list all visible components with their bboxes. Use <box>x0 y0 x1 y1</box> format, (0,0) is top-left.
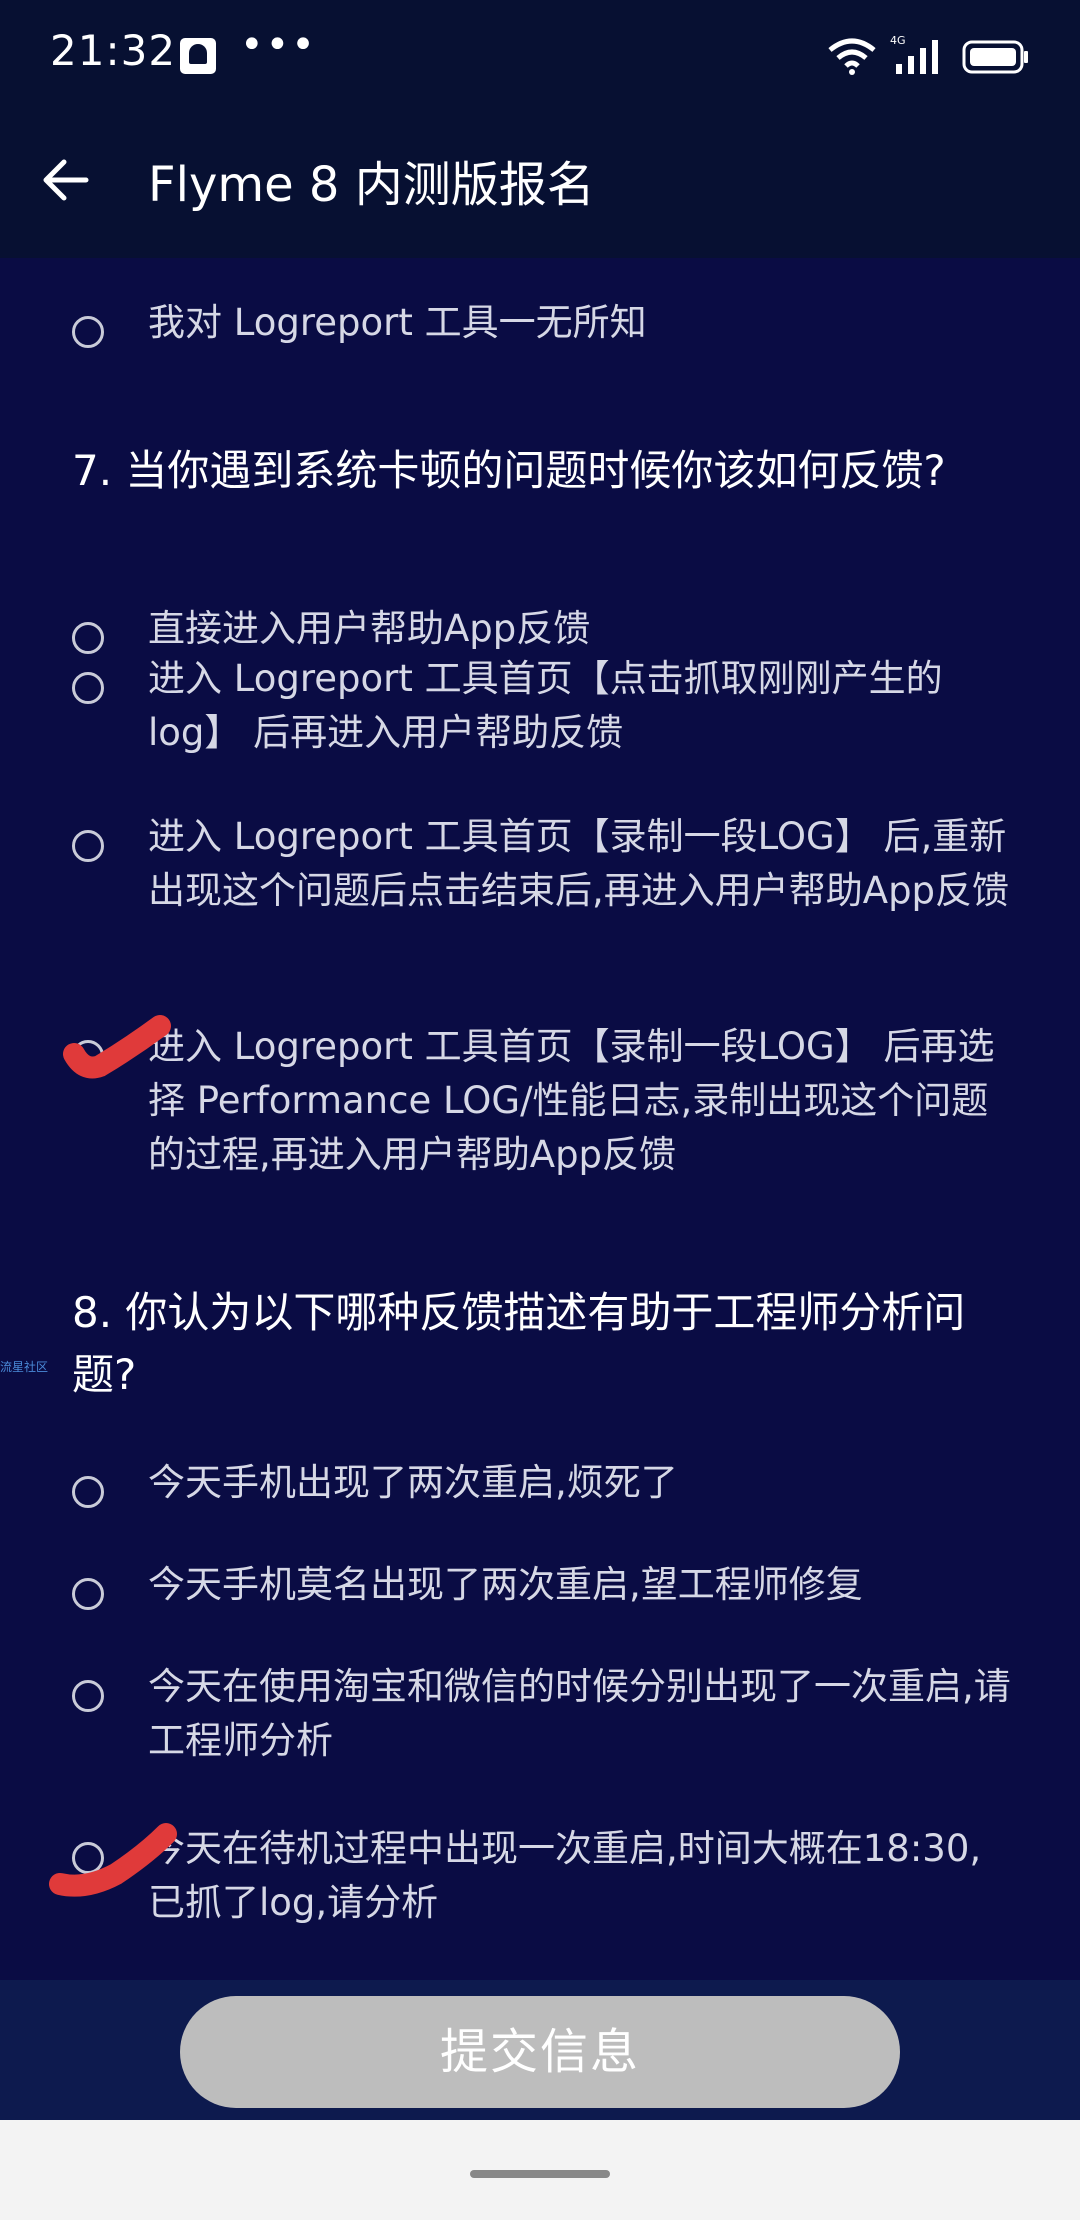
navigation-bar <box>0 2120 1080 2220</box>
option-label: 进入 Logreport 工具首页【点击抓取刚刚产生的log】 后再进入用户帮助… <box>148 657 943 754</box>
app-header: Flyme 8 内测版报名 <box>0 112 1080 258</box>
option-label: 直接进入用户帮助App反馈 <box>148 607 591 650</box>
wifi-icon <box>828 38 876 75</box>
home-indicator[interactable] <box>470 2170 610 2178</box>
option-label: 我对 Logreport 工具一无所知 <box>148 301 647 344</box>
watermark: 流星社区 <box>0 1360 49 1374</box>
network-type-label: 4G <box>890 34 906 47</box>
option-label: 今天手机莫名出现了两次重启,望工程师修复 <box>148 1563 863 1606</box>
option-label: 进入 Logreport 工具首页【录制一段LOG】 后,重新出现这个问题后点击… <box>148 815 1010 912</box>
radio-button[interactable] <box>72 672 104 704</box>
radio-button[interactable] <box>72 622 104 654</box>
battery-icon <box>962 40 1028 74</box>
page-title: Flyme 8 内测版报名 <box>148 157 595 213</box>
option-label: 今天手机出现了两次重启,烦死了 <box>148 1461 678 1504</box>
radio-button[interactable] <box>72 1476 104 1508</box>
radio-button[interactable] <box>72 830 104 862</box>
more-notifications-icon: ••• <box>240 22 317 68</box>
question-7-title: 7. 当你遇到系统卡顿的问题时候你该如何反馈? <box>72 446 946 495</box>
radio-button[interactable] <box>72 1578 104 1610</box>
submit-area: 提交信息 <box>0 1980 1080 2120</box>
status-bar: 21:32 ••• 4G <box>0 0 1080 112</box>
submit-button[interactable]: 提交信息 <box>180 1996 900 2108</box>
status-time: 21:32 <box>50 26 177 75</box>
survey-page: 21:32 ••• 4G Flyme 8 内测版报名 我对 Logreport … <box>0 0 1080 2220</box>
survey-content[interactable]: 我对 Logreport 工具一无所知 7. 当你遇到系统卡顿的问题时候你该如何… <box>0 258 1080 1980</box>
signal-icon: 4G <box>890 34 938 74</box>
option-label: 进入 Logreport 工具首页【录制一段LOG】 后再选择 Performa… <box>148 1025 995 1176</box>
red-checkmark-annotation <box>49 1823 177 1897</box>
notification-app-icon <box>180 38 216 74</box>
option-label: 今天在使用淘宝和微信的时候分别出现了一次重启,请工程师分析 <box>148 1665 1011 1762</box>
radio-button[interactable] <box>72 1680 104 1712</box>
question-8-title: 8. 你认为以下哪种反馈描述有助于工程师分析问题? <box>72 1288 966 1399</box>
arrow-left-icon[interactable] <box>36 150 96 210</box>
radio-button[interactable] <box>72 316 104 348</box>
red-checkmark-annotation <box>63 1015 171 1079</box>
option-label: 今天在待机过程中出现一次重启,时间大概在18:30,已抓了log,请分析 <box>148 1827 982 1924</box>
